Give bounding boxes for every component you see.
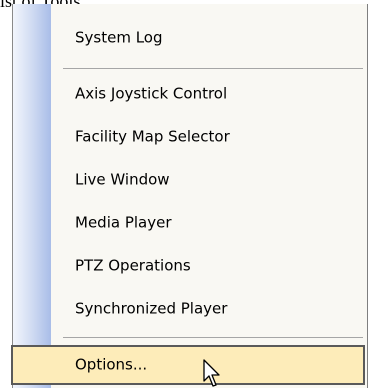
menu-item-label: Axis Joystick Control xyxy=(75,84,228,103)
menu-item-label: PTZ Operations xyxy=(75,256,191,275)
menu-item-system-log[interactable]: System Log xyxy=(13,18,367,58)
menu-item-ptz-operations[interactable]: PTZ Operations xyxy=(13,246,367,286)
menu-item-options[interactable]: Options... xyxy=(11,345,365,385)
menu-item-facility-map-selector[interactable]: Facility Map Selector xyxy=(13,117,367,157)
tools-menu: System Log Axis Joystick Control Facilit… xyxy=(11,4,368,388)
menu-item-live-window[interactable]: Live Window xyxy=(13,160,367,200)
menu-separator xyxy=(63,337,363,338)
arrow-pointer-icon xyxy=(203,359,220,387)
menu-item-label: Synchronized Player xyxy=(75,299,228,318)
menu-item-label: Media Player xyxy=(75,213,172,232)
menu-item-label: Options... xyxy=(75,355,148,374)
menu-separator xyxy=(63,68,363,69)
menu-item-label: System Log xyxy=(75,28,163,47)
menu-item-label: Facility Map Selector xyxy=(75,127,230,146)
menu-item-label: Live Window xyxy=(75,170,170,189)
menu-item-synchronized-player[interactable]: Synchronized Player xyxy=(13,289,367,329)
menu-item-axis-joystick-control[interactable]: Axis Joystick Control xyxy=(13,74,367,114)
menu-item-media-player[interactable]: Media Player xyxy=(13,203,367,243)
